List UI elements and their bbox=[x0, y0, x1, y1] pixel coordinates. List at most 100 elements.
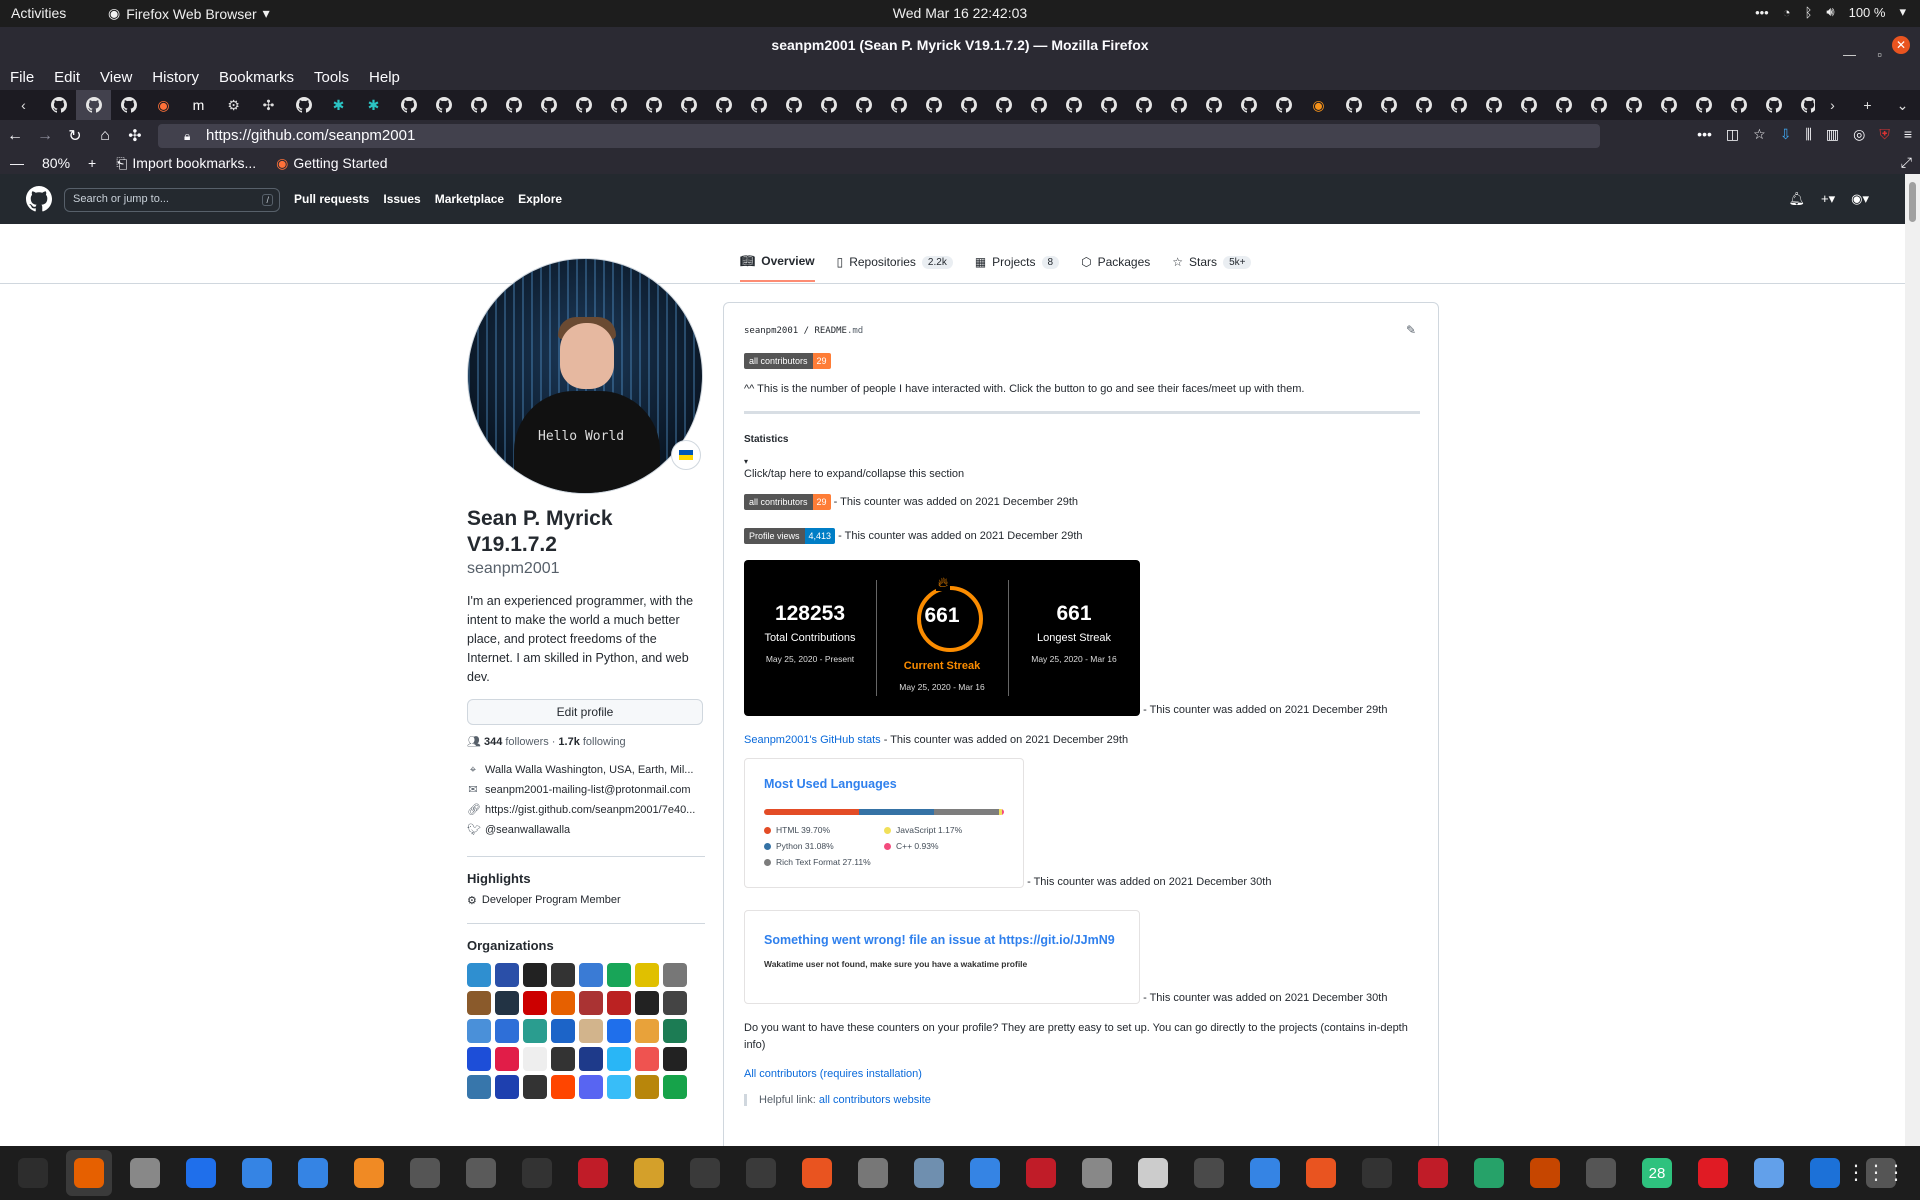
dock-app-icon[interactable] bbox=[346, 1150, 392, 1196]
fullscreen-icon[interactable]: ⤢ bbox=[1901, 154, 1912, 171]
github-tab-icon[interactable] bbox=[671, 90, 706, 120]
system-tray[interactable]: ••• ◔ ᛒ 🔊︎ 100 % ▾ bbox=[1755, 4, 1906, 20]
organization-avatar[interactable] bbox=[467, 1047, 491, 1071]
all-contributors-badge[interactable]: all contributors 29 bbox=[744, 353, 831, 369]
github-tab-icon[interactable] bbox=[1231, 90, 1266, 120]
menu-view[interactable]: View bbox=[100, 69, 132, 86]
github-tab-icon[interactable] bbox=[811, 90, 846, 120]
github-tab-icon[interactable] bbox=[706, 90, 741, 120]
github-tab-icon[interactable] bbox=[1581, 90, 1616, 120]
github-tab-icon[interactable] bbox=[1546, 90, 1581, 120]
organization-avatar[interactable] bbox=[551, 1019, 575, 1043]
create-new-icon[interactable]: +▾ bbox=[1821, 191, 1835, 207]
dock-app-icon[interactable] bbox=[794, 1150, 840, 1196]
following-label[interactable]: following bbox=[583, 736, 626, 748]
dock-app-icon[interactable] bbox=[66, 1150, 112, 1196]
pencil-edit-icon[interactable]: ✎ bbox=[1406, 323, 1416, 337]
github-tab-icon[interactable] bbox=[111, 90, 146, 120]
zoom-level[interactable]: 80% bbox=[42, 155, 70, 171]
home-icon[interactable]: ⌂ bbox=[90, 127, 120, 145]
organization-avatar[interactable] bbox=[635, 963, 659, 987]
organization-avatar[interactable] bbox=[523, 1047, 547, 1071]
zoom-out-icon[interactable]: — bbox=[10, 155, 24, 171]
followers-count[interactable]: 344 bbox=[484, 736, 502, 748]
all-contributors-link[interactable]: All contributors (requires installation) bbox=[744, 1068, 922, 1080]
organization-avatar[interactable] bbox=[551, 1075, 575, 1099]
readme-path-user[interactable]: seanpm2001 bbox=[744, 326, 798, 336]
medium-tab-icon[interactable]: m bbox=[181, 90, 216, 120]
organization-avatar[interactable] bbox=[551, 991, 575, 1015]
dock-app-icon[interactable]: 28 bbox=[1634, 1150, 1680, 1196]
github-tab-icon[interactable] bbox=[636, 90, 671, 120]
menu-tools[interactable]: Tools bbox=[314, 69, 349, 86]
menu-help[interactable]: Help bbox=[369, 69, 400, 86]
dock-app-icon[interactable] bbox=[514, 1150, 560, 1196]
github-tab-icon[interactable] bbox=[1196, 90, 1231, 120]
dock-app-icon[interactable] bbox=[1466, 1150, 1512, 1196]
organization-avatar[interactable] bbox=[607, 1047, 631, 1071]
github-tab-icon[interactable] bbox=[776, 90, 811, 120]
highlight-item[interactable]: ⚙ Developer Program Member bbox=[467, 894, 705, 907]
account-icon[interactable]: ◎ bbox=[1853, 126, 1865, 143]
close-icon[interactable]: ✕ bbox=[1892, 36, 1910, 54]
clock[interactable]: Wed Mar 16 22:42:03 bbox=[0, 5, 1920, 21]
dock-app-icon[interactable] bbox=[122, 1150, 168, 1196]
hamburger-menu-icon[interactable]: ≡ bbox=[1904, 126, 1912, 143]
dock-app-icon[interactable] bbox=[1578, 1150, 1624, 1196]
github-tab-icon[interactable] bbox=[1686, 90, 1721, 120]
wakatime-card[interactable]: Something went wrong! file an issue at h… bbox=[744, 910, 1140, 1004]
organization-avatar[interactable] bbox=[579, 991, 603, 1015]
github-tab-icon[interactable] bbox=[846, 90, 881, 120]
tab-repositories[interactable]: ▯ Repositories 2.2k bbox=[837, 254, 953, 282]
back-icon[interactable]: ← bbox=[0, 127, 30, 145]
bitcoin-tab-icon[interactable]: ◉ bbox=[1301, 90, 1336, 120]
user-avatar-menu-icon[interactable]: ◉▾ bbox=[1851, 191, 1869, 207]
sidebar-icon[interactable]: ▥ bbox=[1826, 126, 1839, 143]
github-tab-icon[interactable] bbox=[881, 90, 916, 120]
organization-avatar[interactable] bbox=[467, 1075, 491, 1099]
organization-avatar[interactable] bbox=[579, 963, 603, 987]
organization-avatar[interactable] bbox=[523, 1075, 547, 1099]
menu-edit[interactable]: Edit bbox=[54, 69, 80, 86]
dock-app-icon[interactable] bbox=[570, 1150, 616, 1196]
github-tab-icon[interactable] bbox=[286, 90, 321, 120]
github-tab-icon[interactable] bbox=[601, 90, 636, 120]
dock-app-icon[interactable] bbox=[1186, 1150, 1232, 1196]
avatar[interactable]: Hello World bbox=[467, 258, 703, 494]
organization-avatar[interactable] bbox=[523, 963, 547, 987]
extensions-icon[interactable]: ✣ bbox=[120, 126, 150, 146]
github-tab-icon[interactable] bbox=[1126, 90, 1161, 120]
organization-avatar[interactable] bbox=[663, 1047, 687, 1071]
twitter-link[interactable]: @seanwallawalla bbox=[485, 820, 570, 840]
helpful-link[interactable]: all contributors website bbox=[819, 1094, 931, 1106]
app-grid-icon[interactable]: ⋮⋮⋮ bbox=[1846, 1160, 1906, 1185]
organization-avatar[interactable] bbox=[495, 1019, 519, 1043]
organization-avatar[interactable] bbox=[607, 1019, 631, 1043]
menu-history[interactable]: History bbox=[152, 69, 199, 86]
organization-avatar[interactable] bbox=[467, 963, 491, 987]
github-stats-link[interactable]: Seanpm2001's GitHub stats bbox=[744, 734, 881, 746]
dock-app-icon[interactable] bbox=[1130, 1150, 1176, 1196]
list-all-tabs-icon[interactable]: ⌄ bbox=[1885, 90, 1920, 120]
all-contributors-badge[interactable]: all contributors 29 bbox=[744, 494, 831, 510]
organization-avatar[interactable] bbox=[635, 1047, 659, 1071]
github-tab-icon[interactable] bbox=[76, 90, 111, 120]
github-tab-icon[interactable] bbox=[496, 90, 531, 120]
organization-avatar[interactable] bbox=[635, 991, 659, 1015]
organization-avatar[interactable] bbox=[607, 1075, 631, 1099]
pocket-icon[interactable]: ◫ bbox=[1726, 126, 1739, 143]
streak-stats-card[interactable]: 128253 Total Contributions May 25, 2020 … bbox=[744, 560, 1140, 716]
tab-projects[interactable]: ▦ Projects 8 bbox=[975, 254, 1060, 282]
dock-app-icon[interactable] bbox=[1522, 1150, 1568, 1196]
dock-app-icon[interactable] bbox=[1410, 1150, 1456, 1196]
nav-pull-requests[interactable]: Pull requests bbox=[294, 192, 369, 206]
organization-avatar[interactable] bbox=[467, 991, 491, 1015]
dock-app-icon[interactable] bbox=[458, 1150, 504, 1196]
dock-app-icon[interactable] bbox=[1018, 1150, 1064, 1196]
organization-avatar[interactable] bbox=[523, 1019, 547, 1043]
github-tab-icon[interactable] bbox=[41, 90, 76, 120]
github-tab-icon[interactable] bbox=[986, 90, 1021, 120]
download-icon[interactable]: ⇩ bbox=[1780, 126, 1792, 143]
puzzle-tab-icon[interactable]: ✣ bbox=[251, 90, 286, 120]
organization-avatar[interactable] bbox=[635, 1075, 659, 1099]
